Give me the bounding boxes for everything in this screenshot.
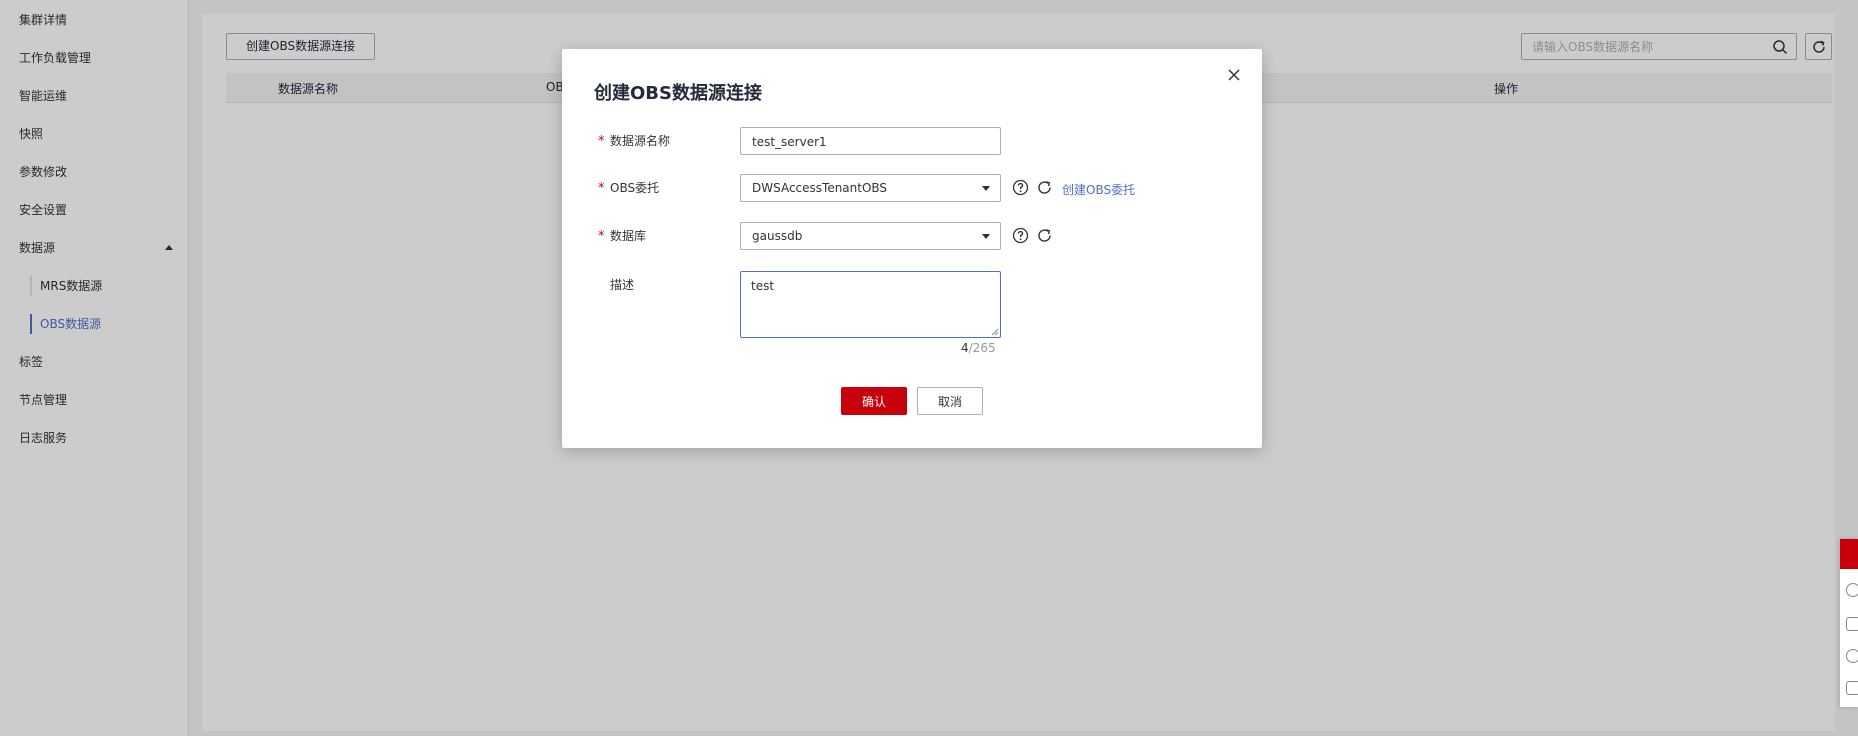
- confirm-button[interactable]: 确认: [841, 387, 907, 415]
- name-field-box: [740, 127, 1001, 155]
- create-obs-dialog: 创建OBS数据源连接 * 数据源名称 * OBS委托 DWSAccessTena…: [562, 49, 1262, 448]
- help-icon[interactable]: [1846, 649, 1858, 663]
- database-select[interactable]: gaussdb: [740, 222, 1001, 250]
- refresh-icon[interactable]: [1036, 227, 1053, 244]
- floating-toolbar: [1840, 539, 1858, 707]
- dialog-title: 创建OBS数据源连接: [594, 83, 762, 104]
- close-icon[interactable]: [1227, 68, 1241, 82]
- help-icon[interactable]: [1012, 227, 1029, 244]
- eye-icon[interactable]: [1846, 617, 1858, 631]
- required-marker: *: [598, 181, 605, 196]
- refresh-icon[interactable]: [1036, 179, 1053, 196]
- cancel-button[interactable]: 取消: [917, 387, 983, 415]
- chat-icon[interactable]: [1840, 539, 1858, 569]
- smile-icon[interactable]: [1846, 583, 1858, 597]
- description-textarea[interactable]: test: [751, 279, 989, 331]
- description-label: 描述: [610, 278, 635, 292]
- char-counter: 4/265: [961, 341, 996, 355]
- obs-agency-value: DWSAccessTenantOBS: [752, 181, 888, 195]
- database-value: gaussdb: [752, 229, 803, 243]
- create-obs-agency-link[interactable]: 创建OBS委托: [1062, 181, 1135, 198]
- database-label: 数据库: [610, 229, 647, 243]
- help-icon[interactable]: [1012, 179, 1029, 196]
- chevron-down-icon: [982, 234, 990, 239]
- required-marker: *: [598, 229, 605, 244]
- chevron-down-icon: [982, 186, 990, 191]
- edit-icon[interactable]: [1846, 681, 1858, 695]
- resize-handle-icon[interactable]: [991, 328, 999, 336]
- char-max: /265: [968, 341, 996, 355]
- description-box: test: [740, 271, 1001, 338]
- obs-agency-select[interactable]: DWSAccessTenantOBS: [740, 174, 1001, 202]
- name-label: 数据源名称: [610, 134, 671, 148]
- obs-agency-label: OBS委托: [610, 181, 660, 195]
- required-marker: *: [598, 134, 605, 149]
- char-count: 4: [961, 341, 969, 355]
- name-input[interactable]: [752, 133, 992, 150]
